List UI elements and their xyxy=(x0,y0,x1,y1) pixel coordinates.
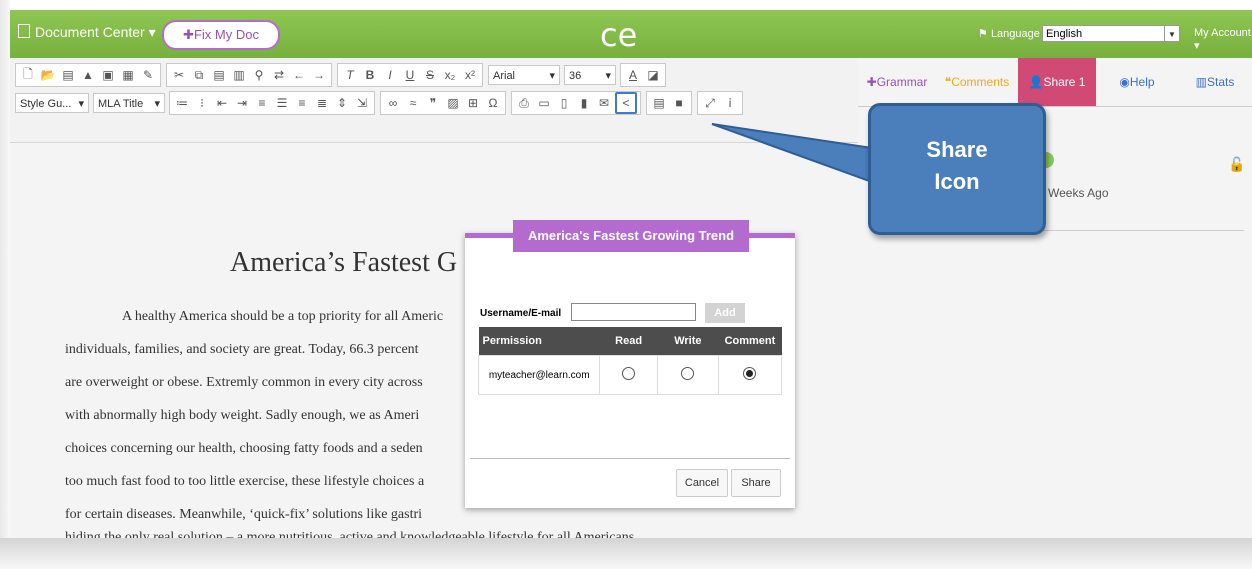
page-edge-bottom xyxy=(0,538,1252,569)
callout-pointer xyxy=(711,123,873,184)
callout-line-1: Share xyxy=(926,137,988,162)
callout-line-2: Icon xyxy=(934,168,980,194)
share-icon-callout: Share Icon xyxy=(868,103,1046,235)
